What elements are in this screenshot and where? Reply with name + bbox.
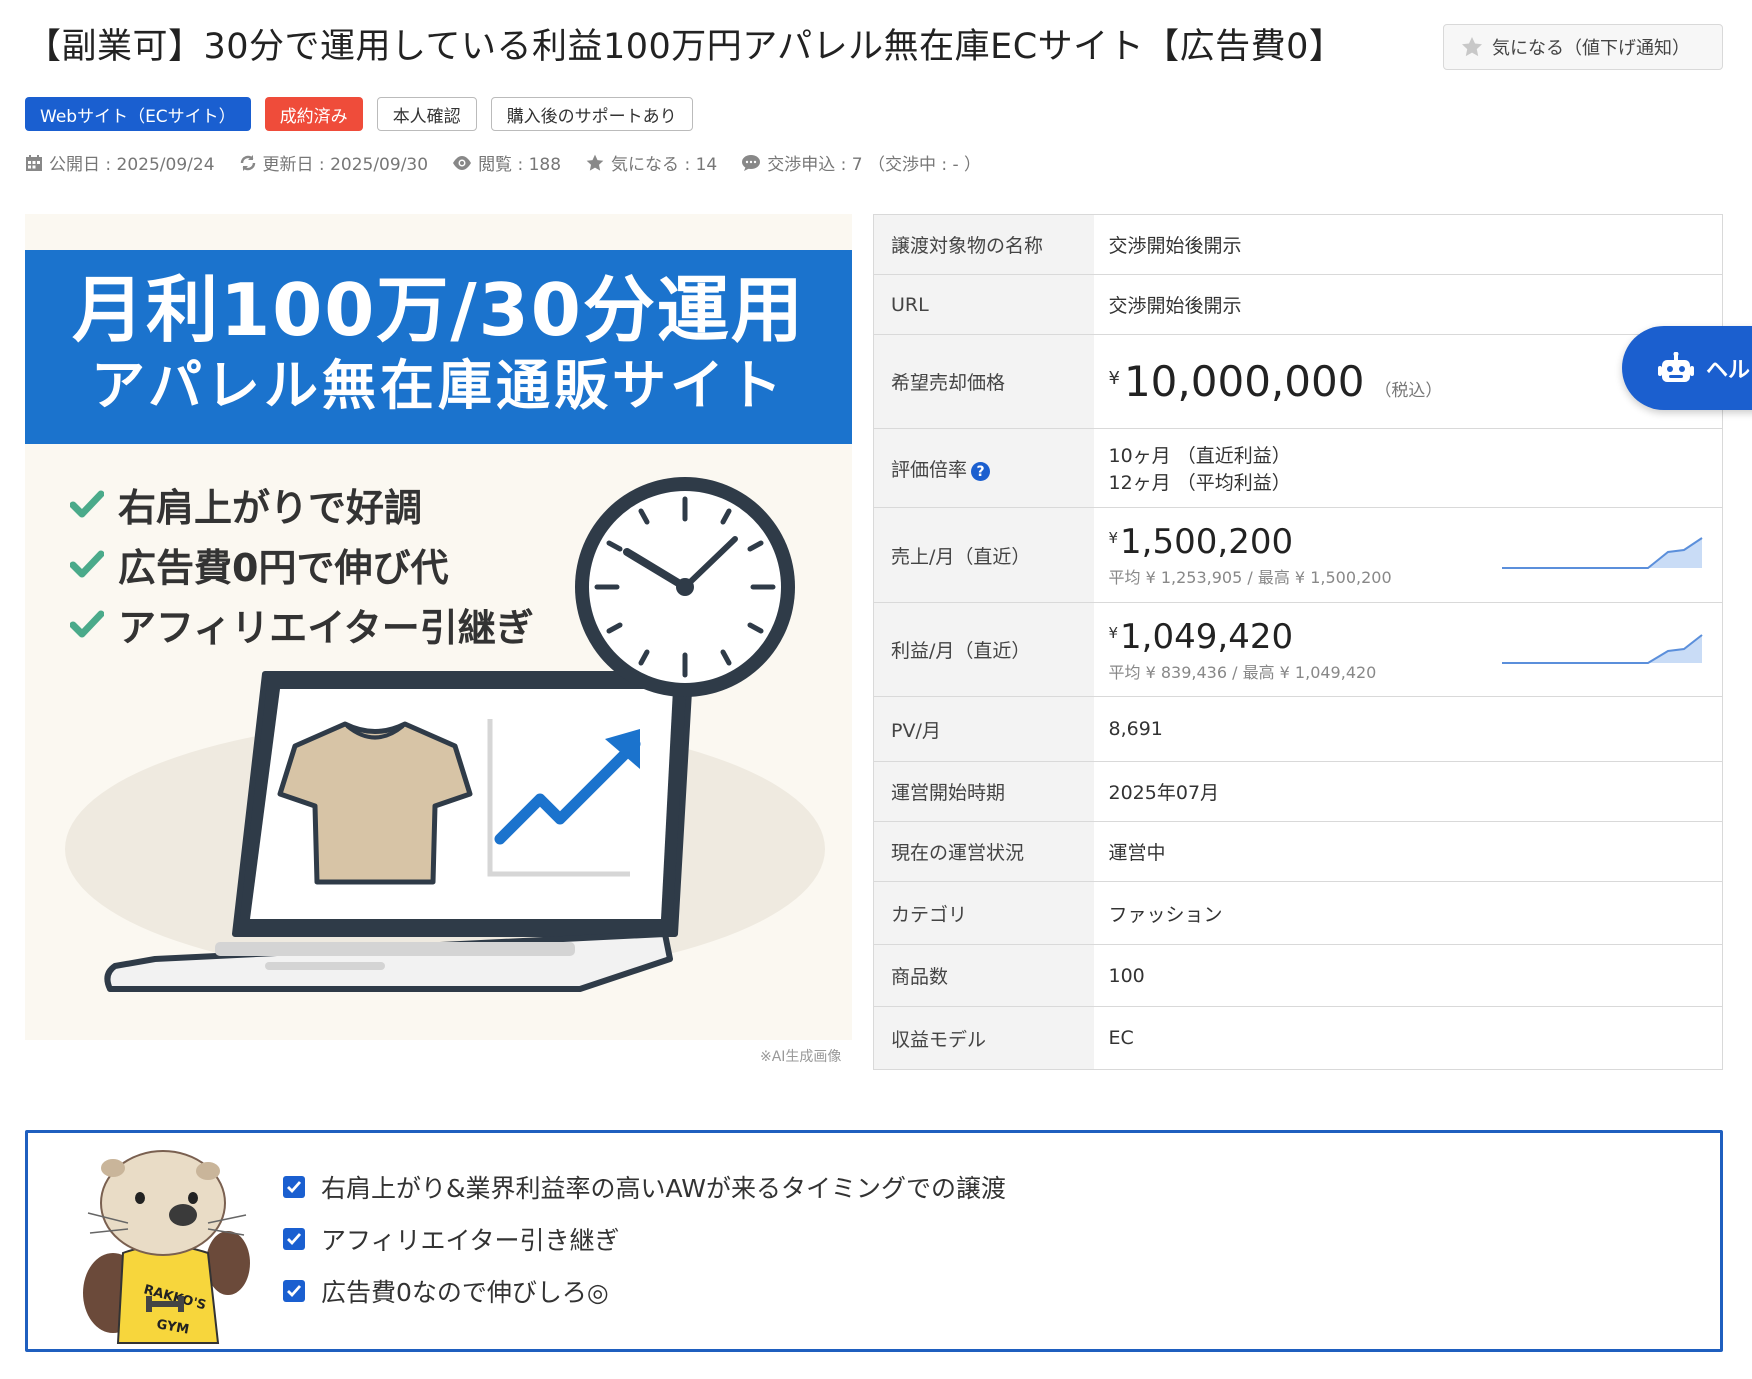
verified-tag: 本人確認	[376, 97, 477, 131]
hero-headline: 月利100万/30分運用	[72, 268, 805, 352]
spec-label: 売上/月（直近）	[873, 507, 1094, 603]
hero-banner: 月利100万/30分運用 アパレル無在庫通販サイト	[25, 250, 852, 444]
listing-hero-image[interactable]: 月利100万/30分運用 アパレル無在庫通販サイト 右肩上がりで好調 広告費0円…	[25, 214, 852, 1040]
help-icon[interactable]: ?	[971, 462, 991, 481]
ai-image-note: ※AI生成画像	[760, 1049, 842, 1065]
spec-row-sales: 売上/月（直近） ¥1,500,200 平均 ¥ 1,253,905 / 最高 …	[873, 507, 1723, 603]
profit-sparkline	[1502, 634, 1703, 664]
spec-row-profit: 利益/月（直近） ¥1,049,420 平均 ¥ 839,436 / 最高 ¥ …	[873, 602, 1723, 697]
spec-row-pv: PV/月 8,691	[873, 696, 1723, 762]
pv-value: 8,691	[1108, 718, 1163, 740]
spec-label: PV/月	[873, 696, 1094, 762]
published-date: 公開日 : 2025/09/24	[25, 150, 215, 175]
checkbox-checked-icon	[283, 1280, 305, 1302]
listing-meta: 公開日 : 2025/09/24 更新日 : 2025/09/30 閲覧 : 1…	[25, 150, 981, 175]
spec-row-price: 希望売却価格 ¥10,000,000 （税込）	[873, 334, 1723, 429]
spec-label: 商品数	[873, 944, 1094, 1007]
selling-point-item: 右肩上がり&業界利益率の高いAWが来るタイミングでの譲渡	[283, 1161, 1006, 1213]
checkbox-checked-icon	[283, 1228, 305, 1250]
checkbox-checked-icon	[283, 1176, 305, 1198]
spec-label: カテゴリ	[873, 881, 1094, 945]
selling-point-item: アフィリエイター引き継ぎ	[283, 1213, 1006, 1265]
spec-label: 現在の運営状況	[873, 821, 1094, 882]
updated-date: 更新日 : 2025/09/30	[239, 150, 428, 175]
refresh-icon	[240, 154, 255, 171]
hero-checklist: 右肩上がりで好調 広告費0円で伸び代 アフィリエイター引継ぎ	[70, 474, 534, 654]
star-icon	[586, 154, 604, 171]
spec-value: 10ヶ月 （直近利益） 12ヶ月 （平均利益）	[1108, 445, 1291, 494]
category-tag[interactable]: Webサイト（ECサイト）	[25, 97, 251, 131]
spec-row-name: 譲渡対象物の名称 交渉開始後開示	[873, 214, 1723, 275]
hero-check-item: 右肩上がりで好調	[70, 474, 534, 534]
spec-row-model: 収益モデル EC	[873, 1006, 1723, 1070]
spec-label: 希望売却価格	[873, 334, 1094, 429]
eye-icon	[453, 155, 472, 170]
offer-count: 交渉申込 : 7 （交渉中 : - ）	[741, 150, 981, 175]
robot-icon	[1658, 352, 1694, 382]
hero-check-item: 広告費0円で伸び代	[70, 534, 534, 594]
spec-label: 利益/月（直近）	[873, 602, 1094, 697]
selling-point-item: 広告費0なので伸びしろ◎	[283, 1265, 1006, 1317]
spec-value: 交渉開始後開示	[1108, 235, 1242, 257]
tag-list: Webサイト（ECサイト） 成約済み 本人確認 購入後のサポートあり	[25, 97, 693, 131]
spec-label: 運営開始時期	[873, 761, 1094, 822]
spec-value: 2025年07月	[1108, 782, 1220, 804]
spec-row-start: 運営開始時期 2025年07月	[873, 761, 1723, 822]
checkmark-icon	[70, 550, 104, 578]
spec-row-items: 商品数 100	[873, 944, 1723, 1007]
sales-value: ¥1,500,200 平均 ¥ 1,253,905 / 最高 ¥ 1,500,2…	[1094, 508, 1723, 603]
checkmark-icon	[70, 610, 104, 638]
favorite-button-label: 気になる（値下げ通知）	[1492, 38, 1690, 59]
selling-points-box: RAKKO'S GYM 右肩上がり&業界利益率の高いAWが来るタイミングでの譲渡…	[25, 1130, 1723, 1352]
spec-value: ファッション	[1108, 903, 1223, 926]
hero-subheadline: アパレル無在庫通販サイト	[91, 354, 786, 417]
spec-label: URL	[873, 274, 1094, 335]
spec-row-multiple: 評価倍率? 10ヶ月 （直近利益） 12ヶ月 （平均利益）	[873, 428, 1723, 508]
listing-spec-table: 譲渡対象物の名称 交渉開始後開示 URL 交渉開始後開示 希望売却価格 ¥10,…	[873, 214, 1723, 1070]
favorite-button[interactable]: 気になる（値下げ通知）	[1443, 24, 1723, 70]
hero-check-item: アフィリエイター引継ぎ	[70, 594, 534, 654]
page-title: 【副業可】30分で運用している利益100万円アパレル無在庫ECサイト【広告費0】	[26, 27, 1345, 67]
calendar-icon	[26, 154, 42, 171]
spec-value: EC	[1108, 1027, 1134, 1049]
view-count: 閲覧 : 188	[452, 150, 561, 175]
spec-row-url: URL 交渉開始後開示	[873, 274, 1723, 335]
favorite-count: 気になる : 14	[585, 150, 717, 175]
chat-bubble-icon	[742, 154, 761, 171]
sold-badge: 成約済み	[264, 97, 363, 131]
spec-row-category: カテゴリ ファッション	[873, 881, 1723, 945]
spec-value: 100	[1108, 964, 1145, 987]
checkmark-icon	[70, 490, 104, 518]
selling-points-list: 右肩上がり&業界利益率の高いAWが来るタイミングでの譲渡 アフィリエイター引き継…	[283, 1161, 1006, 1317]
help-chat-label: ヘルプ	[1705, 358, 1752, 383]
profit-value: ¥1,049,420 平均 ¥ 839,436 / 最高 ¥ 1,049,420	[1094, 603, 1723, 697]
spec-row-status: 現在の運営状況 運営中	[873, 821, 1723, 882]
spec-label: 評価倍率?	[873, 428, 1094, 508]
help-chat-button[interactable]: ヘルプ	[1622, 326, 1752, 410]
support-tag: 購入後のサポートあり	[490, 97, 693, 131]
sales-sparkline	[1502, 537, 1703, 569]
spec-label: 譲渡対象物の名称	[873, 214, 1094, 275]
spec-label: 収益モデル	[873, 1006, 1094, 1070]
spec-value: 運営中	[1108, 842, 1166, 864]
star-icon	[1462, 37, 1482, 57]
otter-mascot-icon: RAKKO'S GYM	[83, 1150, 250, 1344]
spec-value: 交渉開始後開示	[1108, 295, 1242, 317]
